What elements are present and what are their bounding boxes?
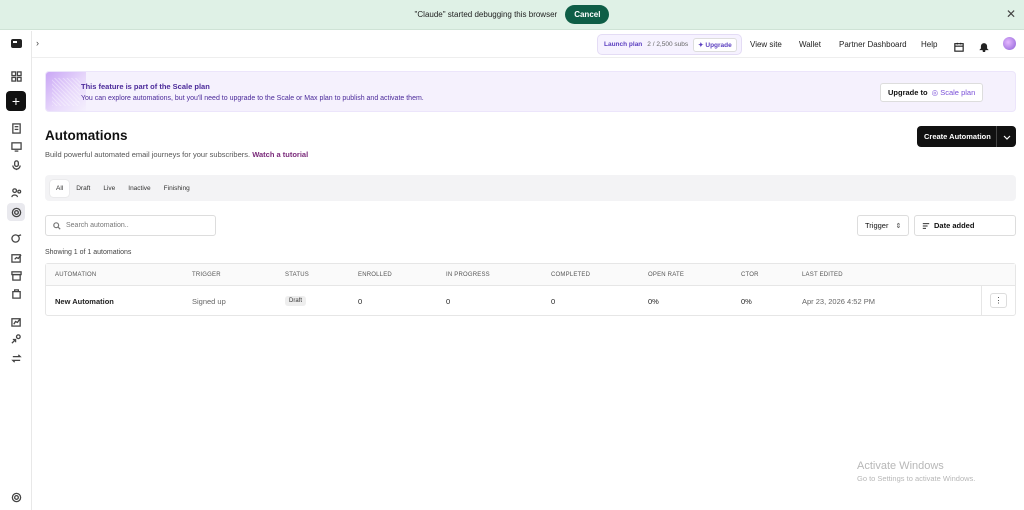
plan-usage-pill[interactable]: Launch plan 2 / 2,500 subs ✦ Upgrade (597, 34, 742, 55)
search-placeholder: Search automation.. (66, 222, 129, 229)
cancel-debugging-button[interactable]: Cancel (565, 5, 610, 24)
create-options-chevron-down-icon[interactable] (996, 126, 1016, 147)
upgrade-to-scale-button[interactable]: Upgrade to ◎ Scale plan (880, 83, 984, 102)
plan-usage: 2 / 2,500 subs (647, 41, 689, 48)
banner-title: This feature is part of the Scale plan (81, 82, 210, 91)
trigger-filter-label: Trigger (865, 221, 889, 230)
calendar-icon[interactable] (954, 39, 964, 52)
results-count: Showing 1 of 1 automations (45, 249, 132, 256)
shop-icon[interactable] (9, 286, 23, 300)
create-new-button[interactable]: + (6, 91, 26, 111)
row-divider (981, 286, 982, 315)
column-header-enrolled: ENROLLED (358, 272, 392, 278)
column-header-completed: COMPLETED (551, 272, 591, 278)
page-subtitle-text: Build powerful automated email journeys … (45, 150, 251, 159)
sort-updown-icon: ⇕ (895, 222, 902, 230)
automation-in-progress: 0 (446, 297, 451, 306)
sort-date-added-select[interactable]: Date added (914, 215, 1016, 236)
tab-draft[interactable]: Draft (70, 180, 96, 197)
website-icon[interactable] (9, 139, 23, 153)
sidebar: + (0, 31, 32, 510)
scale-plan-banner: This feature is part of the Scale plan Y… (45, 71, 1016, 112)
scale-plan-label: ◎ Scale plan (931, 88, 976, 97)
row-more-options-icon[interactable]: ⋮ (990, 293, 1007, 308)
store-icon[interactable] (9, 268, 23, 282)
help-link[interactable]: Help (921, 40, 937, 49)
app-logo[interactable] (11, 39, 22, 48)
view-site-link[interactable]: View site (750, 40, 782, 49)
top-navigation-bar: › Launch plan 2 / 2,500 subs ✦ Upgrade V… (32, 31, 1024, 58)
tab-finishing[interactable]: Finishing (158, 180, 196, 197)
column-header-ctor: CTOR (741, 272, 759, 278)
activate-windows-watermark-subtitle: Go to Settings to activate Windows. (857, 474, 976, 483)
page-subtitle: Build powerful automated email journeys … (45, 150, 308, 159)
sort-lines-icon (922, 222, 930, 229)
search-automation-input[interactable]: Search automation.. (45, 215, 216, 236)
plan-name: Launch plan (604, 41, 643, 48)
partner-dashboard-link[interactable]: Partner Dashboard (839, 40, 907, 49)
user-avatar[interactable] (1003, 37, 1016, 50)
sort-label: Date added (934, 221, 975, 230)
dashboard-icon[interactable] (9, 69, 23, 83)
automation-open-rate: 0% (648, 297, 659, 306)
banner-graphic (46, 72, 86, 111)
create-automation-label: Create Automation (924, 132, 991, 141)
page-title: Automations (45, 128, 128, 143)
analytics-icon[interactable] (9, 314, 23, 328)
activate-windows-watermark-title: Activate Windows (857, 460, 944, 472)
growth-icon[interactable] (9, 250, 23, 264)
automation-last-edited: Apr 23, 2026 4:52 PM (802, 297, 875, 306)
engage-icon[interactable] (9, 231, 23, 245)
create-automation-button[interactable]: Create Automation (917, 126, 1016, 147)
debugging-notice-bar: "Claude" started debugging this browser … (0, 0, 1024, 30)
table-header: AUTOMATION TRIGGER STATUS ENROLLED IN PR… (46, 264, 1015, 286)
referrals-icon[interactable] (9, 332, 23, 346)
automation-name-link[interactable]: New Automation (55, 297, 114, 306)
automation-completed: 0 (551, 297, 556, 306)
audience-icon[interactable] (9, 185, 23, 199)
upgrade-button[interactable]: ✦ Upgrade (693, 37, 737, 52)
settings-gear-icon[interactable] (9, 490, 23, 504)
banner-subtitle: You can explore automations, but you'll … (81, 95, 424, 102)
podcast-icon[interactable] (9, 158, 23, 172)
close-icon[interactable]: ✕ (1006, 8, 1016, 20)
tab-all[interactable]: All (50, 179, 70, 197)
automations-table: AUTOMATION TRIGGER STATUS ENROLLED IN PR… (45, 263, 1016, 316)
debugging-message: "Claude" started debugging this browser (414, 10, 558, 19)
expand-sidebar-chevron-icon[interactable]: › (36, 38, 39, 48)
notifications-bell-icon[interactable] (979, 39, 989, 53)
column-header-open-rate: OPEN RATE (648, 272, 685, 278)
tab-live[interactable]: Live (97, 180, 121, 197)
automation-ctor: 0% (741, 297, 752, 306)
status-tabs: All Draft Live Inactive Finishing (45, 175, 1016, 201)
column-header-status: STATUS (285, 272, 309, 278)
wallet-link[interactable]: Wallet (799, 40, 821, 49)
swap-icon[interactable] (9, 351, 23, 365)
column-header-automation: AUTOMATION (55, 272, 97, 278)
automation-trigger: Signed up (192, 297, 226, 306)
automation-enrolled: 0 (358, 297, 363, 306)
status-badge: Draft (285, 296, 307, 306)
upgrade-to-label: Upgrade to (888, 88, 928, 97)
column-header-in-progress: IN PROGRESS (446, 272, 490, 278)
column-header-last-edited: LAST EDITED (802, 272, 843, 278)
posts-icon[interactable] (9, 121, 23, 135)
tab-inactive[interactable]: Inactive (122, 180, 156, 197)
trigger-filter-select[interactable]: Trigger ⇕ (857, 215, 909, 236)
search-icon (53, 221, 61, 230)
column-header-trigger: TRIGGER (192, 272, 221, 278)
watch-tutorial-link[interactable]: Watch a tutorial (252, 150, 308, 159)
automations-icon[interactable] (7, 203, 25, 221)
